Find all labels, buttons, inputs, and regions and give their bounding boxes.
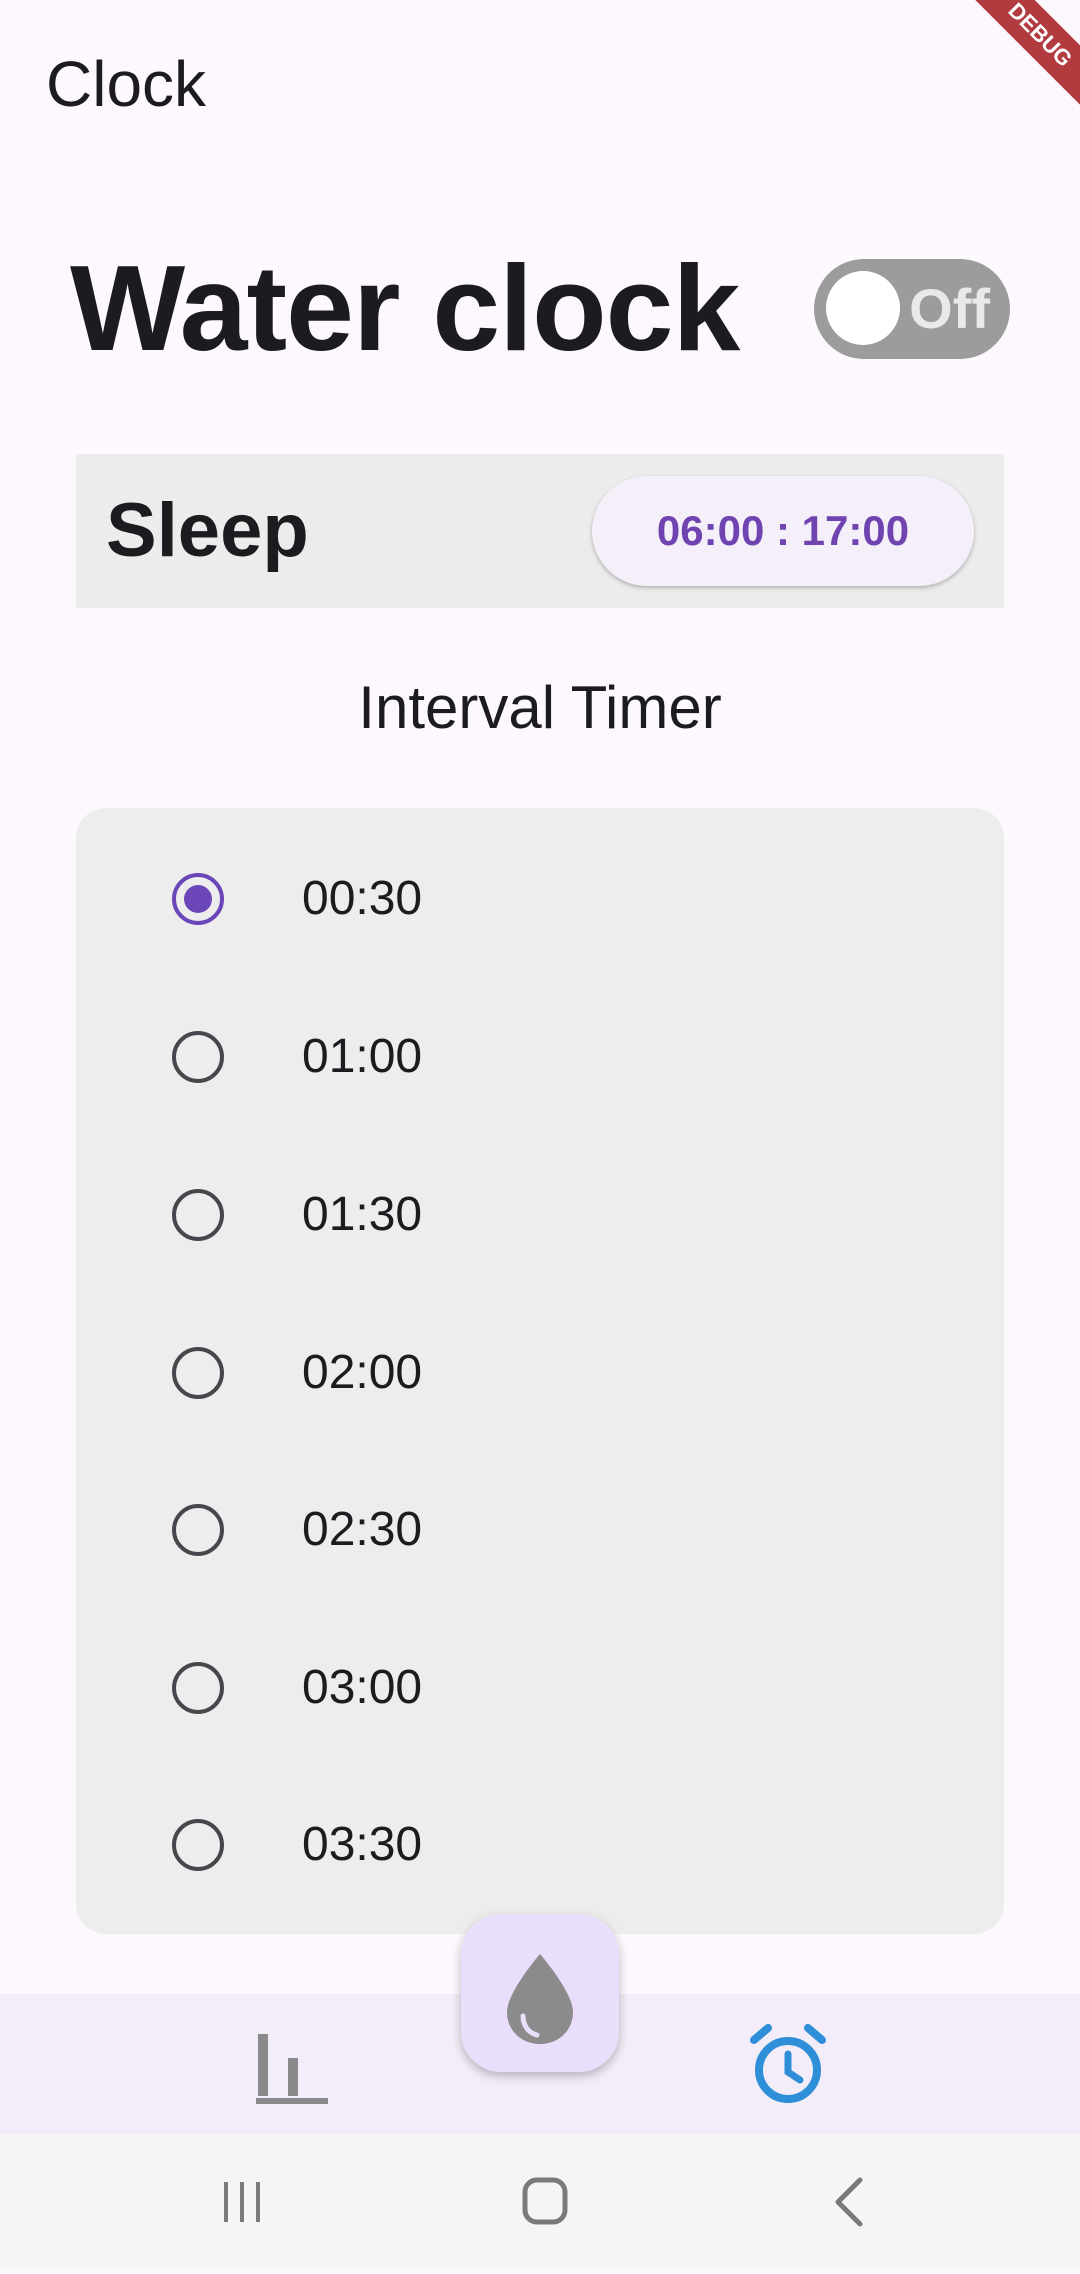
nav-clock[interactable]: [718, 1994, 858, 2134]
home-button[interactable]: [485, 2134, 605, 2269]
alarm-clock-icon: [750, 2024, 826, 2103]
bar-chart-icon: [256, 2034, 328, 2104]
back-icon: [835, 2177, 863, 2227]
interval-option-label: 03:00: [302, 1661, 423, 1714]
add-water-fab[interactable]: [461, 1914, 619, 2072]
interval-option-label: 02:30: [302, 1503, 423, 1556]
radio-unselected-icon[interactable]: [172, 1189, 224, 1241]
water-drop-icon: [507, 1954, 573, 2044]
radio-unselected-icon[interactable]: [172, 1662, 224, 1714]
radio-selected-icon[interactable]: [172, 873, 224, 925]
interval-timer-title: Interval Timer: [358, 674, 722, 741]
water-clock-title: Water clock: [70, 240, 740, 376]
nav-statistics[interactable]: [222, 1994, 362, 2134]
interval-option-label: 03:30: [302, 1818, 423, 1871]
interval-option-label: 00:30: [302, 872, 423, 925]
interval-option-0230[interactable]: 02:30: [76, 1451, 1004, 1609]
home-icon: [522, 2177, 568, 2225]
debug-banner: DEBUG: [954, 0, 1080, 121]
interval-option-0030[interactable]: 00:30: [76, 820, 1004, 978]
interval-option-label: 01:00: [302, 1030, 423, 1083]
interval-option-0100[interactable]: 01:00: [76, 978, 1004, 1136]
radio-unselected-icon[interactable]: [172, 1031, 224, 1083]
sleep-label: Sleep: [106, 488, 309, 573]
toggle-knob: [826, 271, 900, 345]
sleep-time-range-button[interactable]: 06:00 : 17:00: [592, 476, 974, 586]
sleep-row: Sleep 06:00 : 17:00: [76, 454, 1004, 608]
system-navigation-bar: [0, 2134, 1080, 2269]
interval-option-0300[interactable]: 03:00: [76, 1609, 1004, 1767]
interval-option-label: 01:30: [302, 1188, 423, 1241]
back-button[interactable]: [788, 2134, 908, 2269]
interval-option-0330[interactable]: 03:30: [76, 1766, 1004, 1924]
recent-apps-icon: [224, 2182, 260, 2222]
radio-unselected-icon[interactable]: [172, 1347, 224, 1399]
interval-option-0200[interactable]: 02:00: [76, 1294, 1004, 1452]
radio-unselected-icon[interactable]: [172, 1504, 224, 1556]
interval-options-list: 00:30 01:00 01:30 02:00 02:30 03:00 03:3…: [76, 808, 1004, 1934]
recent-apps-button[interactable]: [182, 2134, 302, 2269]
interval-option-label: 02:00: [302, 1346, 423, 1399]
water-clock-toggle[interactable]: Off: [814, 259, 1010, 359]
toggle-state-label: Off: [909, 277, 990, 340]
interval-option-0130[interactable]: 01:30: [76, 1136, 1004, 1294]
radio-unselected-icon[interactable]: [172, 1819, 224, 1871]
app-title: Clock: [46, 48, 207, 120]
